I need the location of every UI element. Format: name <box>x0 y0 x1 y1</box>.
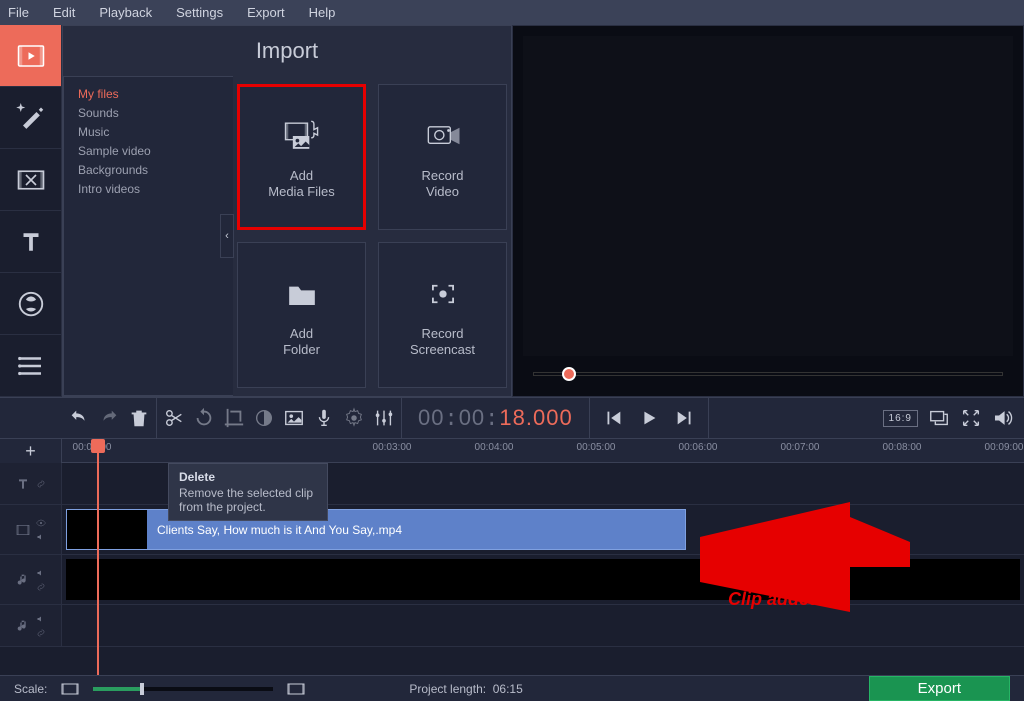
menu-playback[interactable]: Playback <box>99 5 152 20</box>
link-icon <box>35 627 47 639</box>
fullscreen-button[interactable] <box>960 407 982 429</box>
settings-button[interactable] <box>343 407 365 429</box>
menu-file[interactable]: File <box>8 5 29 20</box>
category-sample-video[interactable]: Sample video <box>78 142 233 161</box>
ruler-mark: 00:06:00 <box>679 442 718 453</box>
speaker-icon <box>35 567 47 579</box>
timecode-display: 00:00:18.000 <box>402 405 589 432</box>
time-ruler[interactable]: 00:00:00 00:03:00 00:04:00 00:05:00 00:0… <box>62 439 1024 462</box>
title-track-head[interactable] <box>0 463 62 504</box>
rotate-button[interactable] <box>193 407 215 429</box>
speaker-icon <box>35 613 47 625</box>
delete-button[interactable] <box>128 407 150 429</box>
sidebar-filters[interactable] <box>0 87 61 149</box>
link-icon <box>35 581 47 593</box>
ruler-mark: 00:04:00 <box>475 442 514 453</box>
sidebar-stickers[interactable] <box>0 273 61 335</box>
link-icon <box>35 478 47 490</box>
scale-slider[interactable] <box>93 687 273 691</box>
audio-track-2-head[interactable] <box>0 605 62 646</box>
preview-pane <box>512 25 1024 397</box>
zoom-in-icon[interactable] <box>287 683 305 695</box>
split-button[interactable] <box>163 407 185 429</box>
preview-seekbar[interactable] <box>533 372 1003 376</box>
import-panel: Import My files Sounds Music Sample vide… <box>62 25 512 397</box>
film-icon <box>15 522 31 538</box>
mic-button[interactable] <box>313 407 335 429</box>
title-track <box>0 463 1024 505</box>
sidebar-import[interactable] <box>0 25 61 87</box>
sidebar-more[interactable] <box>0 335 61 397</box>
sidebar-transitions[interactable] <box>0 149 61 211</box>
picture-button[interactable] <box>283 407 305 429</box>
clip-thumbnail <box>67 510 147 549</box>
prev-frame-button[interactable] <box>602 407 624 429</box>
undo-button[interactable] <box>68 407 90 429</box>
status-bar: Scale: Project length: 06:15 Export <box>0 675 1024 701</box>
menu-edit[interactable]: Edit <box>53 5 75 20</box>
music-note-icon <box>15 618 31 634</box>
add-folder-button[interactable]: AddFolder <box>237 242 366 388</box>
zoom-out-icon[interactable] <box>61 683 79 695</box>
clip-label: Clients Say, How much is it And You Say,… <box>157 523 402 537</box>
export-button[interactable]: Export <box>869 676 1010 701</box>
preview-seek-handle[interactable] <box>562 367 576 381</box>
scale-label: Scale: <box>14 682 47 696</box>
crop-button[interactable] <box>223 407 245 429</box>
annotation-label: Clip added <box>728 589 820 610</box>
category-music[interactable]: Music <box>78 123 233 142</box>
color-adjust-button[interactable] <box>253 407 275 429</box>
ruler-mark: 00:07:00 <box>781 442 820 453</box>
record-video-button[interactable]: RecordVideo <box>378 84 507 230</box>
redo-button[interactable] <box>98 407 120 429</box>
menu-export[interactable]: Export <box>247 5 285 20</box>
music-note-icon <box>15 572 31 588</box>
tool-sidebar <box>0 25 62 397</box>
collapse-categories[interactable]: ‹ <box>220 214 234 258</box>
video-track-head[interactable] <box>0 505 62 554</box>
preview-canvas <box>523 36 1013 356</box>
aspect-ratio-button[interactable]: 16:9 <box>883 410 918 427</box>
equalizer-button[interactable] <box>373 407 395 429</box>
sidebar-titles[interactable] <box>0 211 61 273</box>
eye-icon <box>35 517 47 529</box>
category-intro-videos[interactable]: Intro videos <box>78 180 233 199</box>
category-backgrounds[interactable]: Backgrounds <box>78 161 233 180</box>
ruler-mark: 00:03:00 <box>373 442 412 453</box>
menu-bar: File Edit Playback Settings Export Help <box>0 0 1024 25</box>
play-button[interactable] <box>638 407 660 429</box>
text-icon <box>15 476 31 492</box>
ruler-mark: 00:05:00 <box>577 442 616 453</box>
add-track-button[interactable]: + <box>0 439 62 463</box>
delete-tooltip: Delete Remove the selected clip from the… <box>168 463 328 521</box>
detach-preview-button[interactable] <box>928 407 950 429</box>
ruler-mark: 00:08:00 <box>883 442 922 453</box>
timeline: + 00:00:00 00:03:00 00:04:00 00:05:00 00… <box>0 439 1024 675</box>
ruler-mark: 00:09:00 <box>985 442 1024 453</box>
menu-help[interactable]: Help <box>309 5 336 20</box>
category-my-files[interactable]: My files <box>78 85 233 104</box>
import-title: Import <box>63 26 511 76</box>
toolbar: 00:00:18.000 16:9 <box>0 397 1024 439</box>
video-clip[interactable]: Clients Say, How much is it And You Say,… <box>66 509 686 550</box>
speaker-icon <box>35 531 47 543</box>
import-categories: My files Sounds Music Sample video Backg… <box>63 76 233 396</box>
record-screencast-button[interactable]: RecordScreencast <box>378 242 507 388</box>
add-media-files-button[interactable]: AddMedia Files <box>237 84 366 230</box>
menu-settings[interactable]: Settings <box>176 5 223 20</box>
volume-button[interactable] <box>992 407 1014 429</box>
category-sounds[interactable]: Sounds <box>78 104 233 123</box>
next-frame-button[interactable] <box>674 407 696 429</box>
playhead[interactable] <box>97 439 99 675</box>
project-length-label: Project length: 06:15 <box>409 682 522 696</box>
audio-track-head[interactable] <box>0 555 62 604</box>
